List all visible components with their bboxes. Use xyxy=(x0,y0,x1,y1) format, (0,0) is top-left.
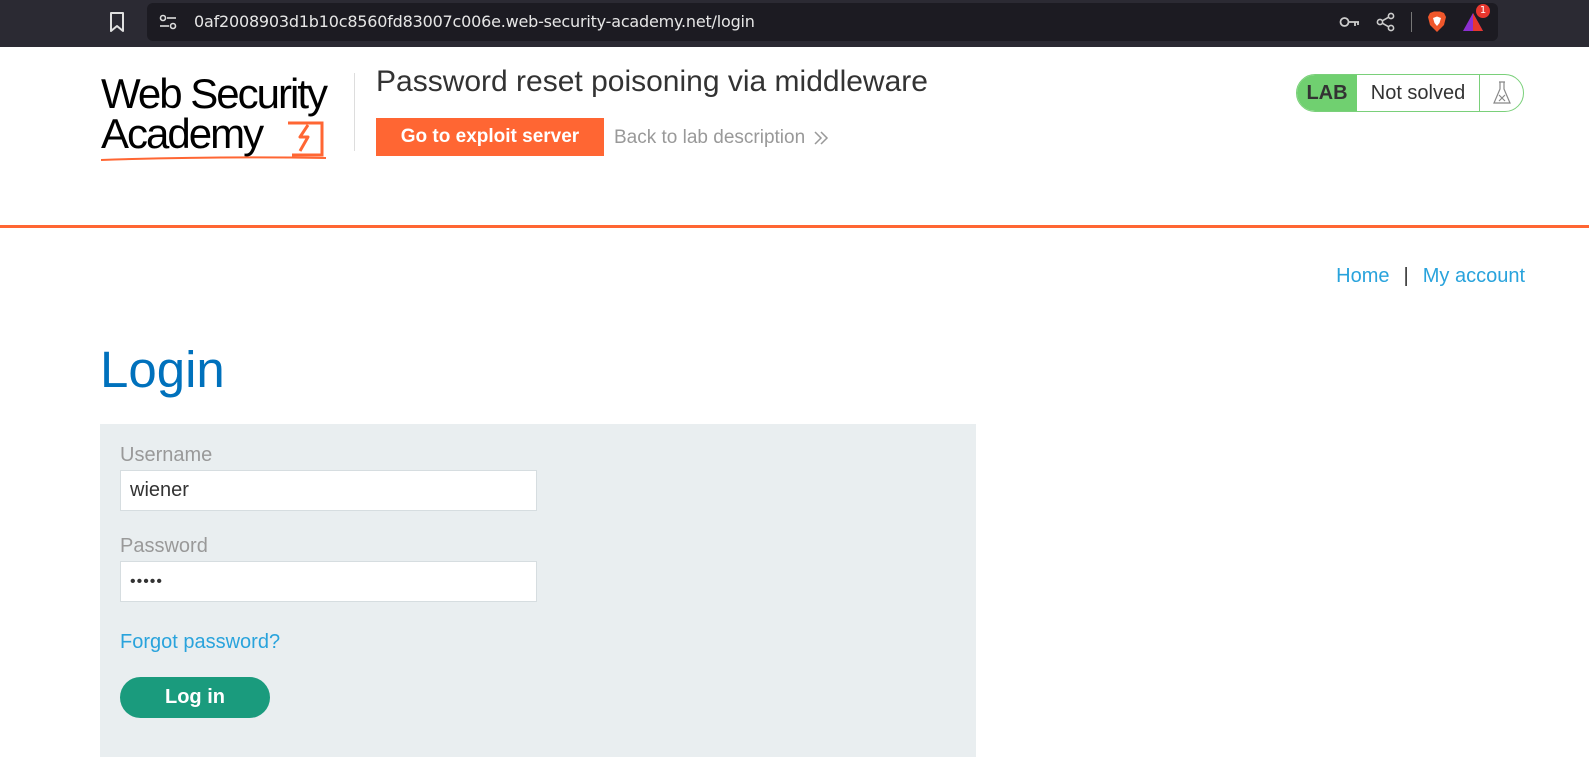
back-to-lab-description-link[interactable]: Back to lab description xyxy=(614,127,829,149)
password-input[interactable]: ••••• xyxy=(120,561,537,602)
logo-line-1: Web Security xyxy=(101,70,328,117)
password-label: Password xyxy=(120,535,208,557)
my-account-link[interactable]: My account xyxy=(1423,265,1525,288)
browser-toolbar: 0af2008903d1b10c8560fd83007c006e.web-sec… xyxy=(0,0,1589,47)
username-label: Username xyxy=(120,444,213,466)
bookmark-icon xyxy=(110,12,124,32)
top-navigation: Home | My account xyxy=(1336,265,1525,288)
logo-underline-icon xyxy=(101,156,327,161)
key-icon xyxy=(1339,17,1359,27)
site-info-icon[interactable] xyxy=(159,14,177,30)
lab-title: Password reset poisoning via middleware xyxy=(376,65,928,98)
url-text[interactable]: 0af2008903d1b10c8560fd83007c006e.web-sec… xyxy=(194,3,755,41)
header-orange-rule xyxy=(0,225,1589,228)
bookmark-button[interactable] xyxy=(104,8,130,36)
toolbar-separator xyxy=(1411,12,1412,32)
notification-badge: 1 xyxy=(1476,4,1490,18)
login-form: Username wiener Password ••••• Forgot pa… xyxy=(100,424,976,757)
username-input[interactable]: wiener xyxy=(120,470,537,511)
flask-icon xyxy=(1492,81,1511,104)
nav-separator: | xyxy=(1403,265,1409,287)
logo-line-2: Academy xyxy=(101,110,264,157)
brave-rewards-button[interactable]: 1 xyxy=(1462,4,1490,33)
lab-status-widget: LAB Not solved xyxy=(1296,74,1524,112)
brave-shield-icon xyxy=(1428,11,1446,32)
home-link[interactable]: Home xyxy=(1336,265,1389,288)
web-security-academy-logo[interactable]: Web Security Academy xyxy=(101,71,351,163)
logo-bolt-icon xyxy=(288,121,324,157)
address-bar[interactable]: 0af2008903d1b10c8560fd83007c006e.web-sec… xyxy=(147,3,1498,41)
share-button[interactable] xyxy=(1375,11,1397,33)
brave-shields-button[interactable] xyxy=(1426,11,1448,33)
chevron-double-right-icon xyxy=(814,131,829,145)
password-key-button[interactable] xyxy=(1339,11,1361,33)
academy-header: Web Security Academy Password reset pois… xyxy=(0,47,1589,227)
back-link-label: Back to lab description xyxy=(614,127,806,148)
share-icon xyxy=(1376,12,1395,32)
header-divider xyxy=(354,73,355,151)
lab-flask-button xyxy=(1480,75,1523,111)
forgot-password-link[interactable]: Forgot password? xyxy=(120,631,280,654)
lab-status-text: Not solved xyxy=(1357,75,1480,111)
go-to-exploit-server-button[interactable]: Go to exploit server xyxy=(376,118,604,156)
log-in-button[interactable]: Log in xyxy=(120,677,270,718)
page-title: Login xyxy=(100,341,225,398)
lab-badge: LAB xyxy=(1297,75,1357,111)
